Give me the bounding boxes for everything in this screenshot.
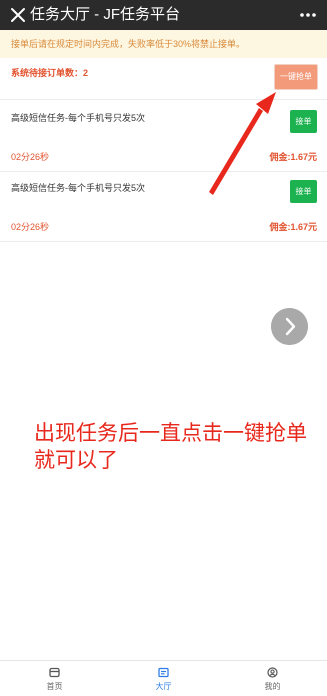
home-icon [49, 667, 60, 678]
divider [0, 241, 327, 242]
tab-hall[interactable]: 大厅 [109, 661, 218, 696]
hall-icon [158, 667, 169, 678]
task-name: 高级短信任务-每个手机号只发5次 [11, 183, 146, 193]
accept-button[interactable]: 接单 [290, 180, 317, 203]
profile-icon [267, 667, 278, 678]
task-item: 高级短信任务-每个手机号只发5次 接单 02分26秒 佣金:1.67元 [0, 170, 327, 241]
task-countdown: 02分26秒 [11, 152, 50, 162]
grab-order-button[interactable]: 一键抢单 [274, 64, 318, 90]
more-icon[interactable] [297, 4, 319, 26]
page-title: 任务大厅 - JF任务平台 [30, 6, 180, 23]
annotation-text: 出现任务后一直点击一键抢单就可以了 [34, 422, 307, 472]
task-commission: 佣金:1.67元 [269, 222, 317, 232]
task-name: 高级短信任务-每个手机号只发5次 [11, 113, 146, 123]
bottom-tab-bar: 首页 大厅 我的 [0, 660, 327, 696]
accept-button[interactable]: 接单 [290, 110, 317, 133]
task-commission: 佣金:1.67元 [269, 152, 317, 162]
task-item: 高级短信任务-每个手机号只发5次 接单 02分26秒 佣金:1.67元 [0, 100, 327, 171]
tab-label: 我的 [264, 682, 281, 691]
tab-label: 大厅 [155, 682, 172, 691]
tab-mine[interactable]: 我的 [218, 661, 327, 696]
tab-label: 首页 [46, 682, 63, 691]
pending-orders-count: 系统待接订单数：2 [11, 68, 89, 78]
close-icon[interactable] [8, 5, 28, 25]
tab-home[interactable]: 首页 [0, 661, 109, 696]
title-bar: 任务大厅 - JF任务平台 [0, 0, 327, 30]
next-arrow-button[interactable] [271, 308, 308, 345]
task-countdown: 02分26秒 [11, 222, 50, 232]
notice-banner: 接单后请在规定时间内完成，失败率低于30%将禁止接单。 [0, 30, 327, 58]
